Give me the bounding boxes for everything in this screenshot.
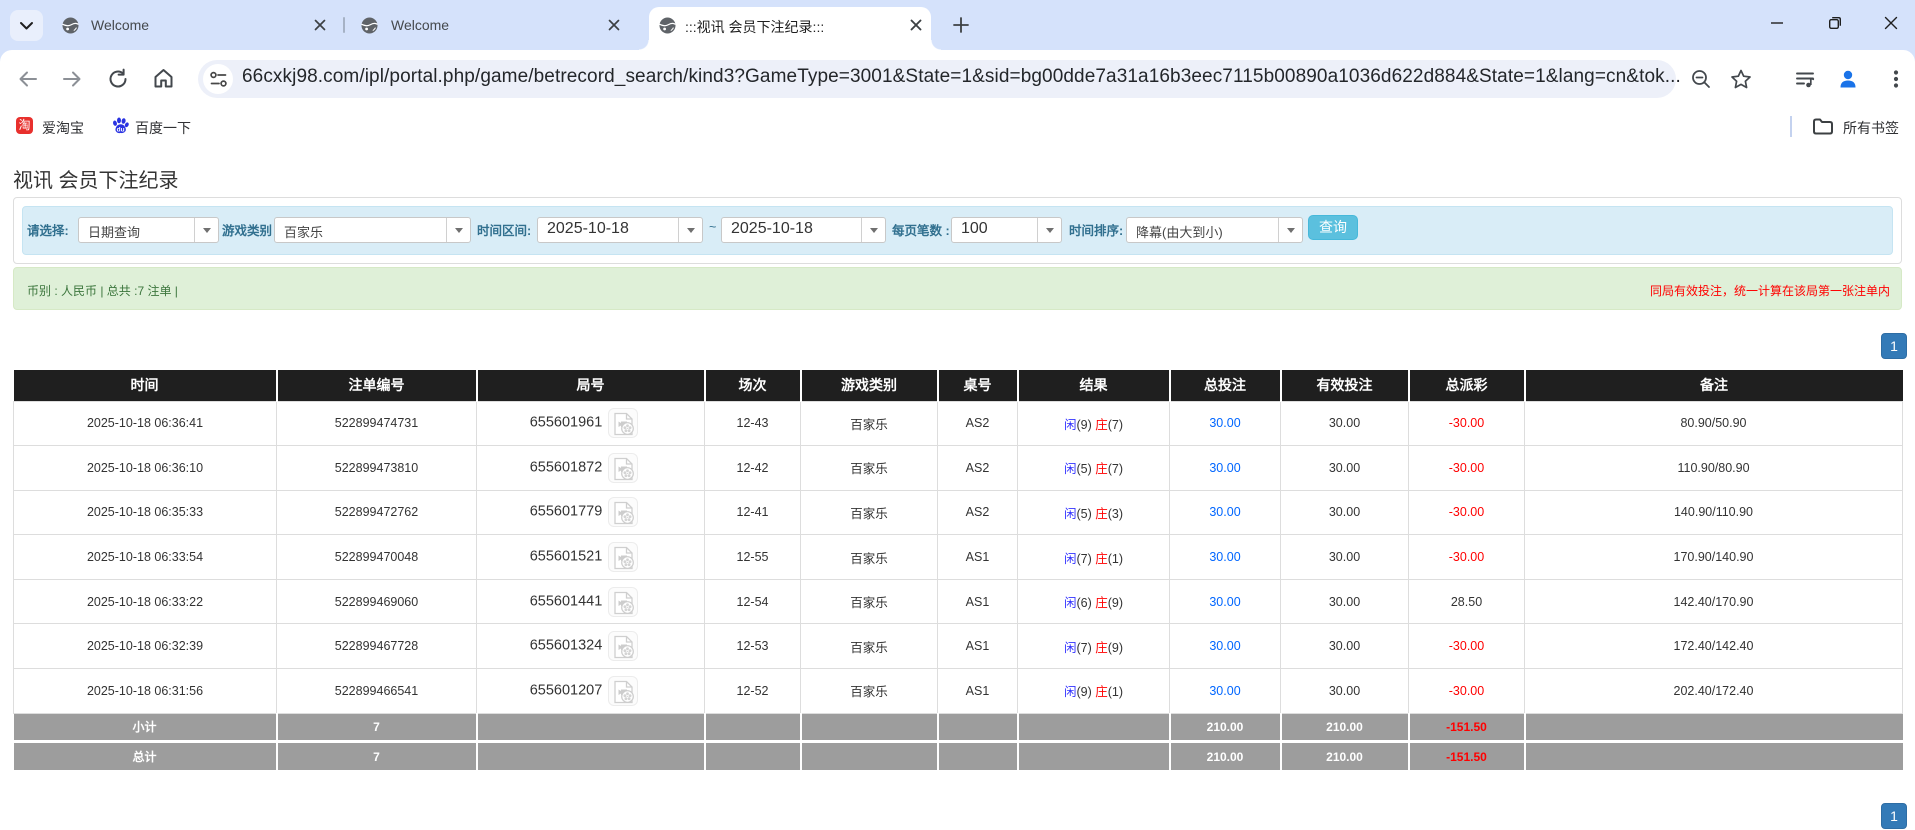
svg-text:du: du	[117, 126, 125, 133]
